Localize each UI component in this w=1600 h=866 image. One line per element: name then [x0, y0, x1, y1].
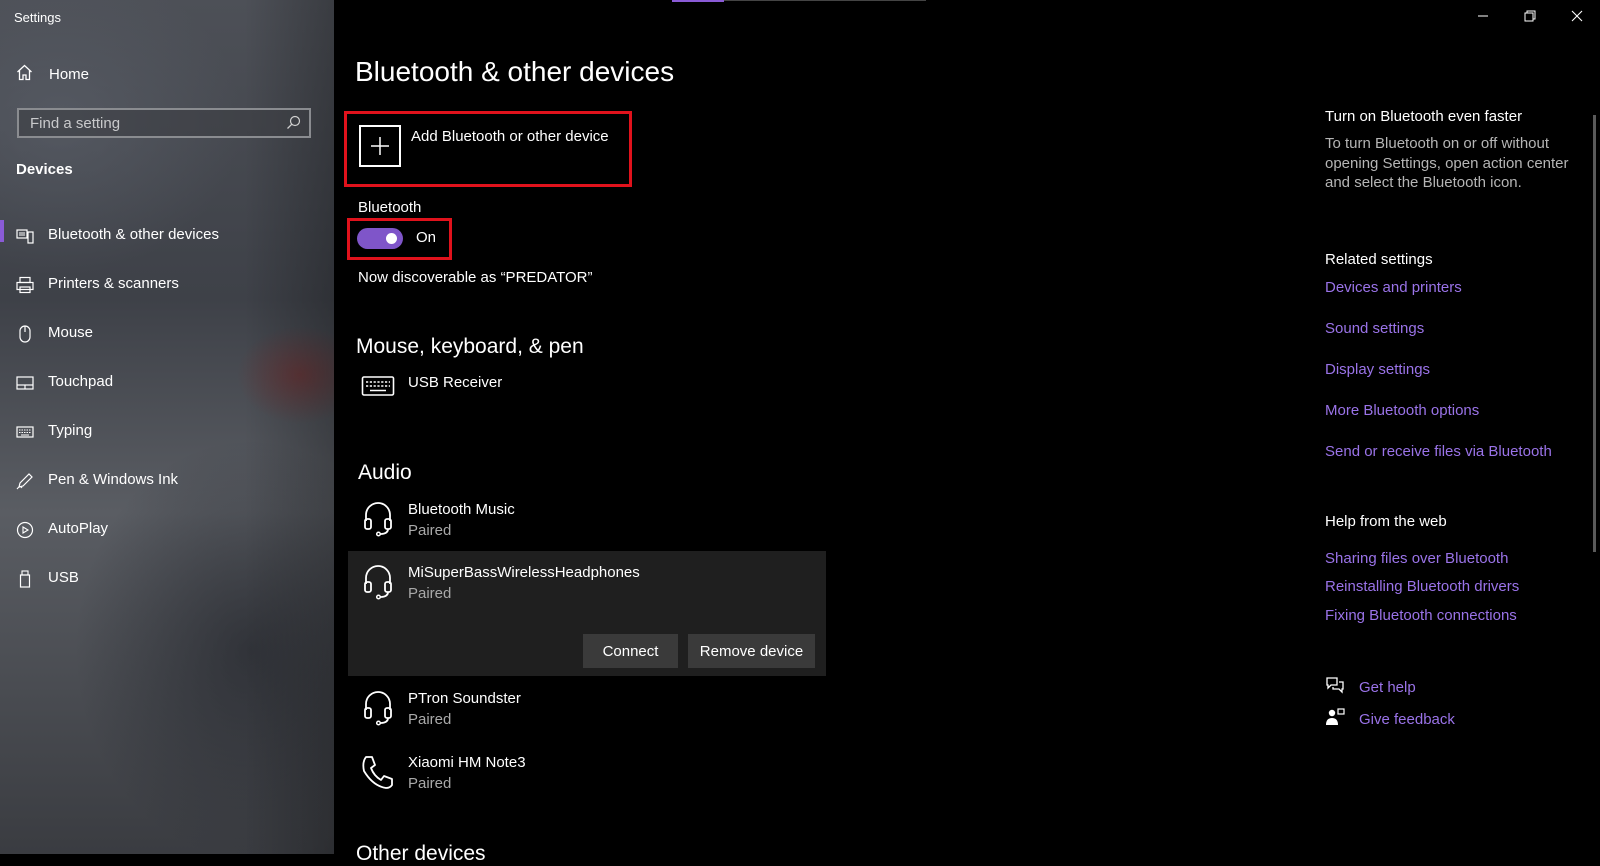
- add-device-button[interactable]: Add Bluetooth or other device: [344, 111, 632, 187]
- headset-icon: [360, 564, 396, 602]
- bluetooth-label: Bluetooth: [358, 199, 422, 216]
- pen-icon: [16, 472, 34, 490]
- sidebar-item-pen[interactable]: Pen & Windows Ink: [0, 456, 334, 505]
- related-settings-title: Related settings: [1325, 251, 1433, 268]
- device-status: Paired: [408, 775, 452, 792]
- bluetooth-state: On: [416, 229, 437, 246]
- sidebar-nav: Bluetooth & other devices Printers & sca…: [0, 211, 334, 603]
- device-status: Paired: [408, 585, 452, 602]
- sidebar-item-autoplay[interactable]: AutoPlay: [0, 505, 334, 554]
- scrollbar-thumb[interactable]: [1593, 115, 1596, 552]
- get-help-row[interactable]: Get help: [1325, 676, 1416, 699]
- top-accent-line: [672, 0, 926, 2]
- sidebar-item-label: Bluetooth & other devices: [48, 226, 219, 243]
- device-usb-receiver[interactable]: USB Receiver: [360, 374, 502, 398]
- feedback-icon: [1325, 708, 1345, 731]
- help-web-title: Help from the web: [1325, 513, 1447, 530]
- link-display-settings[interactable]: Display settings: [1325, 361, 1430, 378]
- home-label: Home: [49, 66, 90, 83]
- other-devices-heading: Other devices: [356, 842, 486, 865]
- page-title: Bluetooth & other devices: [355, 56, 675, 87]
- device-bluetooth-music[interactable]: Bluetooth Music Paired: [360, 501, 515, 539]
- headset-icon: [360, 501, 396, 539]
- device-xiaomi-hm-note3[interactable]: Xiaomi HM Note3 Paired: [360, 754, 526, 792]
- usb-icon: [16, 569, 34, 588]
- tip-text: To turn Bluetooth on or off without open…: [1325, 135, 1569, 191]
- sidebar-item-label: USB: [48, 569, 79, 586]
- sidebar-section-devices: Devices: [16, 161, 73, 178]
- sidebar-item-bluetooth[interactable]: Bluetooth & other devices: [0, 211, 334, 260]
- mouse-icon: [16, 324, 34, 343]
- connect-button[interactable]: Connect: [583, 634, 678, 668]
- link-reinstalling-drivers[interactable]: Reinstalling Bluetooth drivers: [1325, 578, 1519, 595]
- keyboard-icon: [360, 374, 396, 398]
- autoplay-icon: [16, 521, 34, 539]
- device-status: Paired: [408, 711, 452, 728]
- link-send-receive-files[interactable]: Send or receive files via Bluetooth: [1325, 443, 1552, 460]
- sidebar-item-label: Touchpad: [48, 373, 114, 390]
- add-icon: [359, 125, 401, 167]
- search-icon[interactable]: [286, 115, 301, 135]
- sidebar-item-mouse[interactable]: Mouse: [0, 309, 334, 358]
- bluetooth-toggle[interactable]: [357, 228, 403, 249]
- device-name: Bluetooth Music: [408, 501, 515, 518]
- device-name: USB Receiver: [408, 374, 503, 391]
- restore-button[interactable]: [1506, 0, 1553, 32]
- device-ptron-soundster[interactable]: PTron Soundster Paired: [360, 690, 521, 728]
- link-sound-settings[interactable]: Sound settings: [1325, 320, 1424, 337]
- sidebar-item-printers[interactable]: Printers & scanners: [0, 260, 334, 309]
- home-icon: [16, 64, 33, 85]
- add-device-label: Add Bluetooth or other device: [411, 128, 609, 145]
- search-box[interactable]: [17, 108, 311, 138]
- touchpad-icon: [16, 374, 34, 392]
- audio-heading: Audio: [358, 461, 412, 484]
- get-help-link[interactable]: Get help: [1359, 679, 1416, 696]
- sidebar-item-label: Pen & Windows Ink: [48, 471, 179, 488]
- toggle-knob: [386, 233, 397, 244]
- link-more-bluetooth-options[interactable]: More Bluetooth options: [1325, 402, 1479, 419]
- sidebar-item-typing[interactable]: Typing: [0, 407, 334, 456]
- bluetooth-devices-icon: [16, 227, 34, 245]
- minimize-button[interactable]: [1459, 0, 1506, 32]
- mouse-keyboard-pen-heading: Mouse, keyboard, & pen: [356, 335, 584, 358]
- printer-icon: [16, 276, 34, 294]
- link-devices-and-printers[interactable]: Devices and printers: [1325, 279, 1462, 296]
- device-name: MiSuperBassWirelessHeadphones: [408, 564, 640, 581]
- phone-icon: [360, 754, 396, 792]
- keyboard-icon: [16, 423, 34, 441]
- link-fixing-connections[interactable]: Fixing Bluetooth connections: [1325, 607, 1517, 624]
- headset-icon: [360, 690, 396, 728]
- search-input[interactable]: [19, 110, 280, 136]
- tip-title: Turn on Bluetooth even faster: [1325, 108, 1523, 125]
- window-controls: [1459, 0, 1600, 32]
- sidebar-item-label: Typing: [48, 422, 93, 439]
- home-nav-item[interactable]: Home: [16, 64, 89, 85]
- chat-help-icon: [1325, 676, 1345, 699]
- remove-device-button[interactable]: Remove device: [688, 634, 815, 668]
- give-feedback-link[interactable]: Give feedback: [1359, 711, 1455, 728]
- sidebar-item-label: AutoPlay: [48, 520, 109, 537]
- app-title: Settings: [14, 10, 61, 25]
- device-name: PTron Soundster: [408, 690, 521, 707]
- device-misuperbass[interactable]: MiSuperBassWirelessHeadphones Paired: [360, 564, 640, 602]
- sidebar-item-label: Printers & scanners: [48, 275, 179, 292]
- discoverable-text: Now discoverable as “PREDATOR”: [358, 269, 593, 286]
- device-name: Xiaomi HM Note3: [408, 754, 526, 771]
- sidebar: Settings Home Devices Bluetooth & other …: [0, 0, 334, 854]
- sidebar-item-label: Mouse: [48, 324, 94, 341]
- close-button[interactable]: [1553, 0, 1600, 32]
- give-feedback-row[interactable]: Give feedback: [1325, 708, 1455, 731]
- device-status: Paired: [408, 522, 452, 539]
- sidebar-item-touchpad[interactable]: Touchpad: [0, 358, 334, 407]
- sidebar-item-usb[interactable]: USB: [0, 554, 334, 603]
- link-sharing-files[interactable]: Sharing files over Bluetooth: [1325, 550, 1508, 567]
- bluetooth-toggle-container: On: [347, 218, 452, 260]
